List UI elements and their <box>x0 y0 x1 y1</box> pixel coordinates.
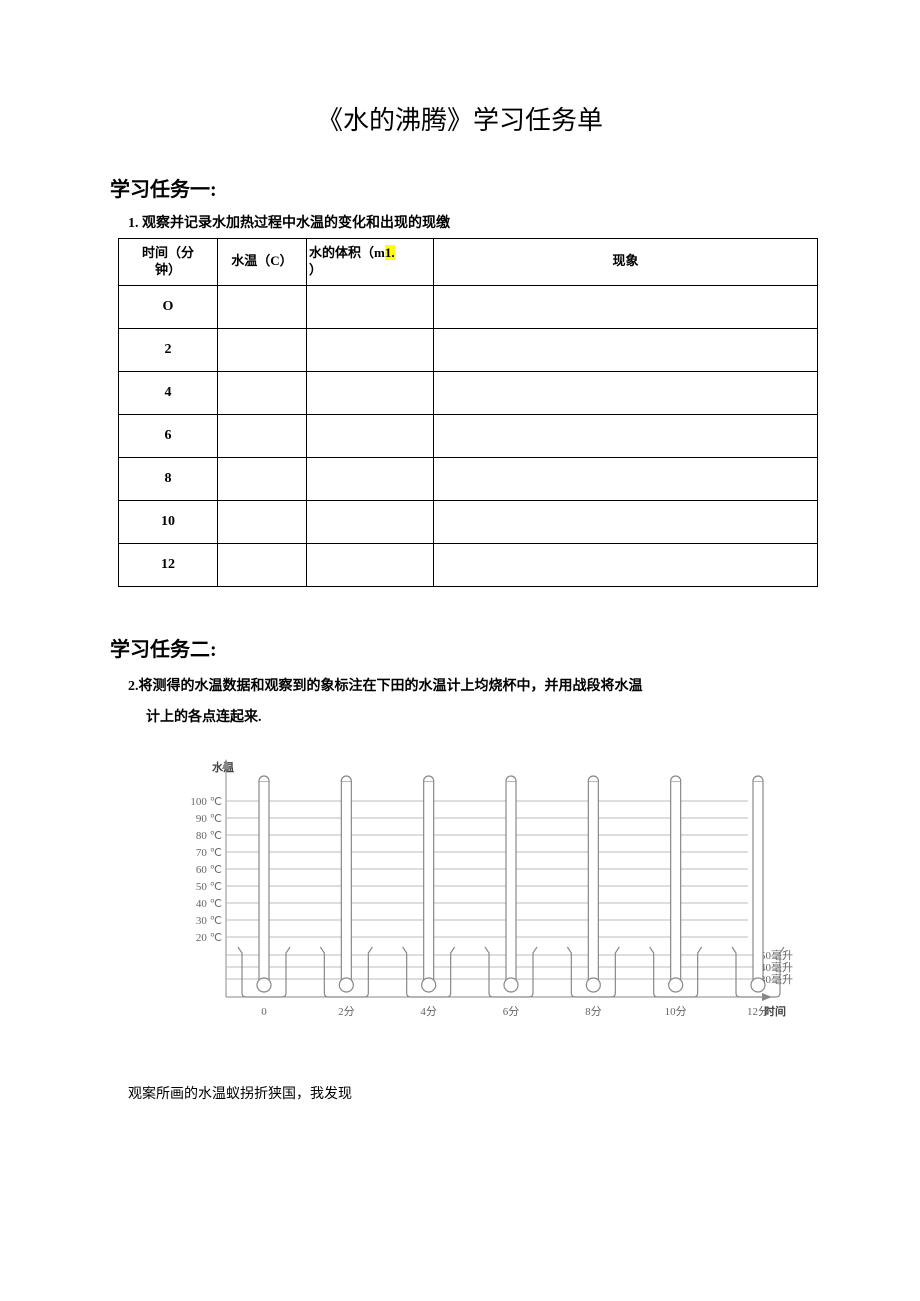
table-row: 12 <box>119 543 818 586</box>
section1-heading: 学习任务一: <box>110 173 810 202</box>
cell-time: 8 <box>119 457 218 500</box>
task1-text: 观察并记录水加热过程中水温的变化和出现的现缴 <box>142 216 450 231</box>
cell-empty[interactable] <box>218 500 307 543</box>
svg-text:80 ℃: 80 ℃ <box>196 830 222 842</box>
cell-empty[interactable] <box>218 543 307 586</box>
cell-empty[interactable] <box>218 414 307 457</box>
svg-text:6分: 6分 <box>503 1005 520 1018</box>
cell-empty[interactable] <box>434 500 818 543</box>
cell-empty[interactable] <box>218 371 307 414</box>
cell-time: O <box>119 285 218 328</box>
cell-empty[interactable] <box>307 414 434 457</box>
cell-time: 10 <box>119 500 218 543</box>
cell-empty[interactable] <box>307 285 434 328</box>
svg-text:40毫升: 40毫升 <box>760 960 793 974</box>
section2-heading: 学习任务二: <box>110 633 810 662</box>
cell-empty[interactable] <box>307 543 434 586</box>
cell-time: 12 <box>119 543 218 586</box>
cell-empty[interactable] <box>434 371 818 414</box>
observation-table: 时间（分钟） 水温（C） 水的体积（m1.） 现象 O24681012 <box>118 238 818 587</box>
thermometer-chart: 水温100 ℃90 ℃80 ℃70 ℃60 ℃50 ℃40 ℃30 ℃20 ℃5… <box>148 753 810 1053</box>
svg-text:100 ℃: 100 ℃ <box>190 796 222 808</box>
th-phenom: 现象 <box>434 239 818 286</box>
observation-note: 观案所画的水温蚁拐折狭国，我发现 <box>128 1083 810 1103</box>
svg-text:10分: 10分 <box>665 1005 687 1018</box>
task2-instruction: 2.将测得的水温数据和观察到的象标注在下田的水温计上均烧杯中，并用战段将水温 计… <box>128 672 810 734</box>
table-header-row: 时间（分钟） 水温（C） 水的体积（m1.） 现象 <box>119 239 818 286</box>
cell-empty[interactable] <box>307 457 434 500</box>
svg-text:8分: 8分 <box>585 1005 602 1018</box>
svg-text:90 ℃: 90 ℃ <box>196 813 222 825</box>
table-row: 8 <box>119 457 818 500</box>
svg-text:70 ℃: 70 ℃ <box>196 847 222 859</box>
svg-text:60 ℃: 60 ℃ <box>196 864 222 876</box>
svg-text:30 ℃: 30 ℃ <box>196 915 222 927</box>
table-row: O <box>119 285 818 328</box>
table-row: 10 <box>119 500 818 543</box>
th-time: 时间（分钟） <box>119 239 218 286</box>
table-row: 2 <box>119 328 818 371</box>
svg-text:12分: 12分 <box>747 1005 769 1018</box>
svg-text:50毫升: 50毫升 <box>760 948 793 962</box>
th-volume: 水的体积（m1.） <box>307 239 434 286</box>
cell-empty[interactable] <box>434 414 818 457</box>
table-row: 4 <box>119 371 818 414</box>
cell-empty[interactable] <box>434 543 818 586</box>
th-temp: 水温（C） <box>218 239 307 286</box>
svg-text:4分: 4分 <box>420 1005 437 1018</box>
cell-empty[interactable] <box>307 328 434 371</box>
task2-number: 2. <box>128 679 139 694</box>
svg-text:40 ℃: 40 ℃ <box>196 898 222 910</box>
table-row: 6 <box>119 414 818 457</box>
svg-text:50 ℃: 50 ℃ <box>196 881 222 893</box>
cell-empty[interactable] <box>307 500 434 543</box>
cell-time: 2 <box>119 328 218 371</box>
cell-empty[interactable] <box>307 371 434 414</box>
cell-empty[interactable] <box>434 457 818 500</box>
cell-empty[interactable] <box>218 457 307 500</box>
cell-time: 4 <box>119 371 218 414</box>
svg-text:0: 0 <box>261 1006 267 1018</box>
cell-empty[interactable] <box>434 328 818 371</box>
svg-text:2分: 2分 <box>338 1005 355 1018</box>
task1-number: 1. <box>128 216 139 231</box>
cell-empty[interactable] <box>218 328 307 371</box>
cell-empty[interactable] <box>218 285 307 328</box>
cell-empty[interactable] <box>434 285 818 328</box>
task1-instruction: 1. 观察并记录水加热过程中水温的变化和出现的现缴 <box>128 212 810 232</box>
svg-text:20 ℃: 20 ℃ <box>196 932 222 944</box>
page-title: 《水的沸腾》学习任务单 <box>110 100 810 137</box>
cell-time: 6 <box>119 414 218 457</box>
